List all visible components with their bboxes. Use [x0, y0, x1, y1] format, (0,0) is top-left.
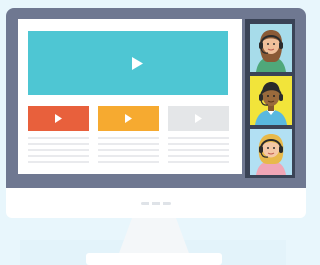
- main-screen: [18, 19, 242, 174]
- participant-tile[interactable]: [250, 24, 292, 72]
- card-text-lines-1: [28, 137, 89, 163]
- card-descriptions: [28, 137, 229, 163]
- monitor-brand-mark: [141, 202, 171, 205]
- participant-avatar-woman-headset: [256, 30, 286, 72]
- participant-avatar-man-headset: [255, 82, 287, 125]
- participant-avatar-blonde-woman-headset: [256, 134, 286, 175]
- participant-tile[interactable]: [250, 76, 292, 125]
- participant-tile[interactable]: [250, 129, 292, 175]
- card-text-lines-2: [98, 137, 159, 163]
- stand-neck: [118, 218, 190, 256]
- stand-base: [86, 253, 222, 265]
- card-text-lines-3: [168, 137, 229, 163]
